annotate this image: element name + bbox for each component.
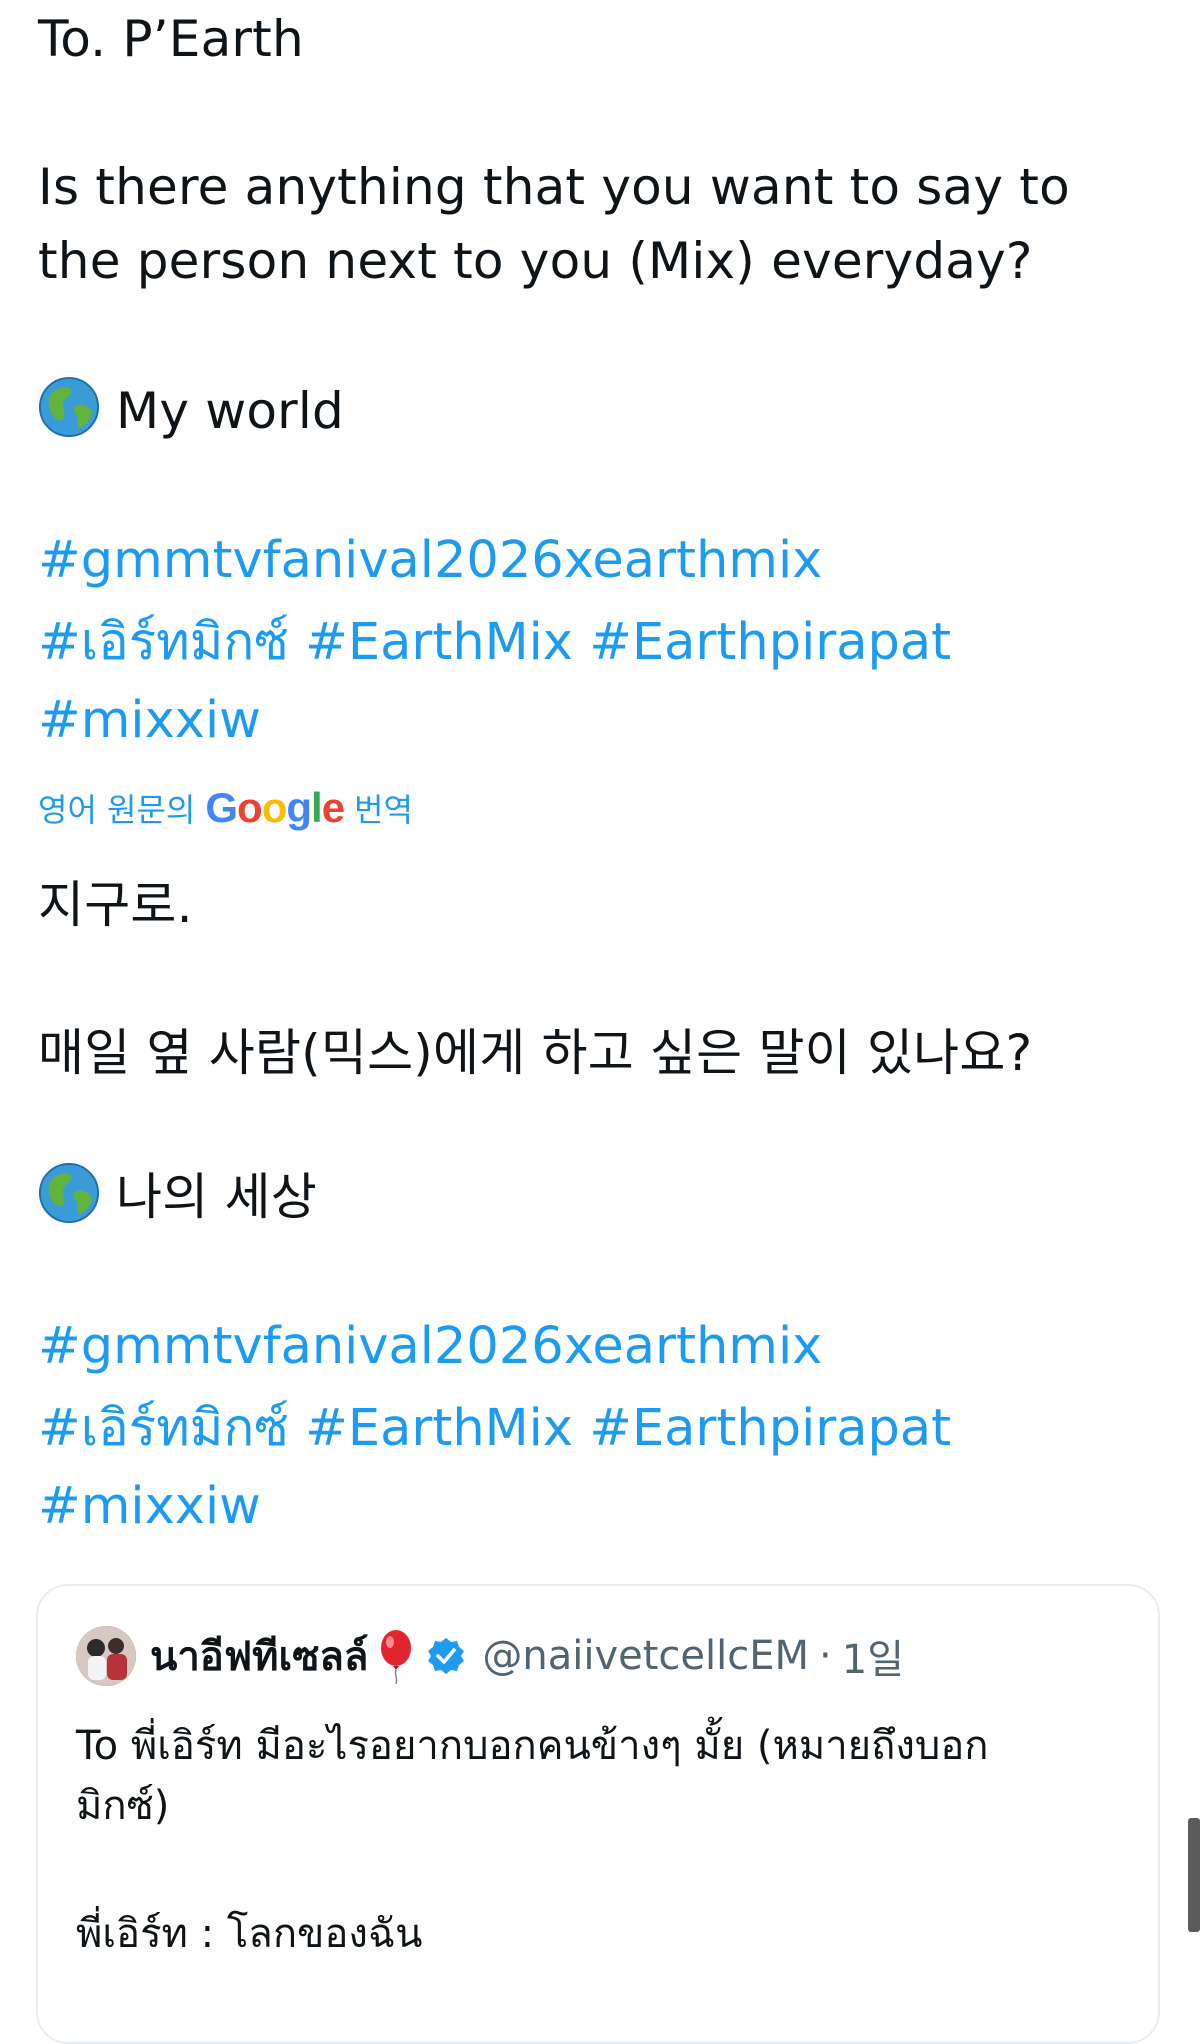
verified-badge-icon <box>428 1638 465 1674</box>
quoted-tweet-time[interactable]: 1일 <box>842 1627 904 1685</box>
quoted-user-name[interactable]: นาอีฟทีเซลล์ <box>150 1624 368 1688</box>
quoted-tweet-header: นาอีฟทีเซลล์ @naiivetcellcEM · 1일 <box>76 1626 904 1686</box>
tweet-text-question-line-2: the person next to you (Mix) everyday? <box>38 232 1033 290</box>
balloon-icon <box>381 1630 412 1684</box>
hashtag-link[interactable]: #Earthpirapat <box>589 1399 951 1458</box>
separator-dot: · <box>819 1633 832 1679</box>
hashtag-link[interactable]: #เอิร์ทมิกซ์ <box>38 1399 289 1458</box>
quoted-tweet-text-line-2: มิกซ์) <box>76 1783 170 1829</box>
translated-answer-text: 나의 세상 <box>116 1168 317 1226</box>
hashtag-link[interactable]: #Earthpirapat <box>589 613 951 672</box>
hashtag-link[interactable]: #mixxiw <box>38 1477 261 1536</box>
quoted-user-handle[interactable]: @naiivetcellcEM <box>482 1633 809 1679</box>
quoted-tweet-text-line-1: To พี่เอิร์ท มีอะไรอยากบอกคนข้างๆ มั้ย (… <box>76 1723 989 1769</box>
hashtag-row-2: #เอิร์ทมิกซ์ #EarthMix #Earthpirapat <box>38 602 951 684</box>
google-translation-notice[interactable]: 영어 원문의 Google 번역 <box>38 780 413 836</box>
quoted-tweet-card[interactable]: นาอีฟทีเซลล์ @naiivetcellcEM · 1일 To พี่… <box>36 1584 1160 2044</box>
translated-question: 매일 옆 사람(믹스)에게 하고 싶은 말이 있나요? <box>38 1024 1033 1082</box>
translated-hashtag-row-1: #gmmtvfanival2026xearthmix <box>38 1306 822 1388</box>
globe-icon <box>38 376 100 438</box>
answer-text: My world <box>116 382 344 440</box>
globe-icon <box>38 1162 100 1224</box>
hashtag-link[interactable]: #EarthMix <box>305 613 573 672</box>
hashtag-row-3: #mixxiw <box>38 680 261 762</box>
quoted-tweet-text-line-3: พี่เอิร์ท : โลกของฉัน <box>76 1911 423 1957</box>
hashtag-link[interactable]: #เอิร์ทมิกซ์ <box>38 613 289 672</box>
hashtag-row-1: #gmmtvfanival2026xearthmix <box>38 520 822 602</box>
google-logo: Google <box>205 784 345 831</box>
scrollbar-thumb[interactable] <box>1188 1818 1200 1932</box>
tweet-text-question-line-1: Is there anything that you want to say t… <box>38 158 1070 216</box>
avatar-image-icon <box>76 1626 136 1686</box>
translated-hashtag-row-2: #เอิร์ทมิกซ์ #EarthMix #Earthpirapat <box>38 1388 951 1470</box>
hashtag-link[interactable]: #gmmtvfanival2026xearthmix <box>38 531 822 590</box>
translated-hashtag-row-3: #mixxiw <box>38 1466 261 1548</box>
tweet-detail: To. P’Earth Is there anything that you w… <box>0 0 1200 2044</box>
avatar[interactable] <box>76 1626 136 1686</box>
tweet-text-answer-row: My world <box>38 374 344 448</box>
hashtag-link[interactable]: #EarthMix <box>305 1399 573 1458</box>
hashtag-link[interactable]: #mixxiw <box>38 691 261 750</box>
translation-prefix: 영어 원문의 <box>38 791 196 829</box>
tweet-text-greeting: To. P’Earth <box>38 10 304 68</box>
translated-answer-row: 나의 세상 <box>38 1160 317 1234</box>
hashtag-link[interactable]: #gmmtvfanival2026xearthmix <box>38 1317 822 1376</box>
translated-greeting: 지구로. <box>38 876 193 934</box>
translation-suffix: 번역 <box>354 791 413 829</box>
